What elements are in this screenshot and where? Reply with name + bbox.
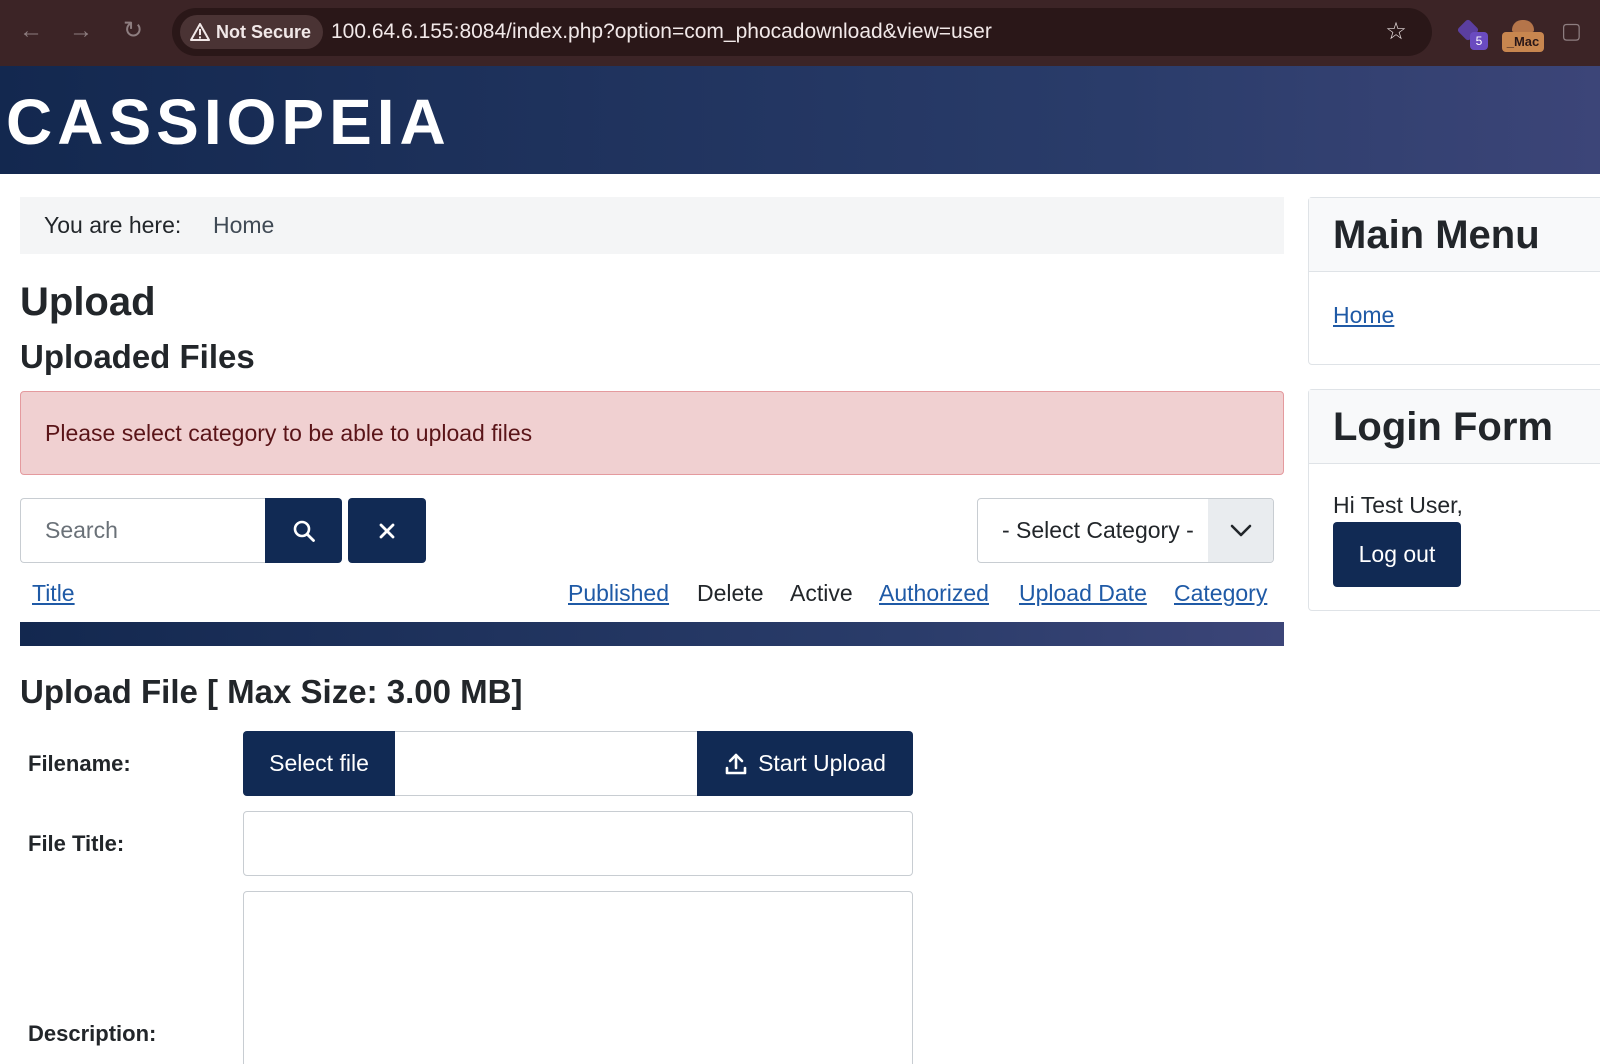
chevron-down-icon [1208, 499, 1273, 562]
main-menu-module: Main Menu Home [1308, 197, 1600, 365]
category-select-value: - Select Category - [1002, 517, 1194, 543]
address-bar[interactable]: Not Secure 100.64.6.155:8084/index.php?o… [172, 8, 1432, 56]
section-title-uploaded-files: Uploaded Files [20, 338, 255, 375]
column-published[interactable]: Published [568, 576, 669, 610]
description-label: Description: [28, 1021, 157, 1046]
security-chip[interactable]: Not Secure [180, 15, 324, 49]
close-icon [379, 523, 395, 538]
search-icon [293, 520, 315, 542]
search-input[interactable] [20, 498, 265, 563]
file-title-input[interactable] [243, 811, 913, 876]
back-arrow-icon[interactable]: ← [16, 16, 46, 46]
site-logo[interactable]: CASSIOPEIA [6, 90, 451, 154]
url-text[interactable]: 100.64.6.155:8084/index.php?option=com_p… [331, 8, 992, 56]
column-title[interactable]: Title [32, 576, 75, 610]
breadcrumb-item-home: Home [213, 212, 275, 238]
alert-text: Please select category to be able to upl… [45, 420, 533, 446]
warning-triangle-icon [190, 23, 210, 41]
browser-toolbar: ← → ↻ Not Secure 100.64.6.155:8084/index… [0, 0, 1600, 66]
column-category[interactable]: Category [1174, 576, 1267, 610]
select-file-button[interactable]: Select file [243, 731, 395, 796]
extension-hat-icon [1512, 20, 1534, 32]
login-form-module: Login Form Hi Test User, Log out [1308, 389, 1600, 611]
profile-extension-button[interactable]: _Mac [1502, 20, 1544, 52]
clear-search-button[interactable] [348, 498, 426, 563]
extensions-menu-icon[interactable]: ▢ [1561, 18, 1587, 44]
filename-label: Filename: [28, 751, 131, 776]
upload-file-heading: Upload File [ Max Size: 3.00 MB] [20, 673, 523, 710]
forward-arrow-icon[interactable]: → [66, 16, 96, 46]
extension-label: _Mac [1502, 32, 1544, 52]
column-delete: Delete [697, 580, 764, 606]
star-icon[interactable]: ☆ [1380, 16, 1412, 48]
extension-badge: 5 [1470, 32, 1488, 50]
table-footer-bar [20, 622, 1284, 646]
login-greeting: Hi Test User, [1333, 492, 1463, 518]
login-form-title: Login Form [1309, 390, 1600, 464]
file-title-label: File Title: [28, 831, 125, 856]
logout-button[interactable]: Log out [1333, 522, 1461, 587]
page-title: Upload [20, 280, 156, 324]
main-menu-title: Main Menu [1309, 198, 1600, 272]
breadcrumb-label: You are here: [44, 212, 182, 238]
alert-message: Please select category to be able to upl… [20, 391, 1284, 475]
start-upload-label: Start Upload [758, 750, 886, 776]
reload-icon[interactable]: ↻ [118, 16, 148, 46]
main-menu-item-home[interactable]: Home [1333, 302, 1394, 329]
column-upload-date[interactable]: Upload Date [1019, 576, 1147, 610]
security-label: Not Secure [216, 22, 312, 42]
search-button[interactable] [265, 498, 342, 563]
breadcrumb: You are here: Home [20, 197, 1284, 254]
category-select[interactable]: - Select Category - [977, 498, 1274, 563]
column-authorized[interactable]: Authorized [879, 576, 989, 610]
site-header: CASSIOPEIA [0, 66, 1600, 174]
column-active: Active [790, 580, 853, 606]
start-upload-button[interactable]: Start Upload [697, 731, 913, 796]
upload-icon [725, 753, 747, 774]
puzzle-extension-icon[interactable]: 5 [1456, 18, 1490, 52]
description-textarea[interactable] [243, 891, 913, 1064]
